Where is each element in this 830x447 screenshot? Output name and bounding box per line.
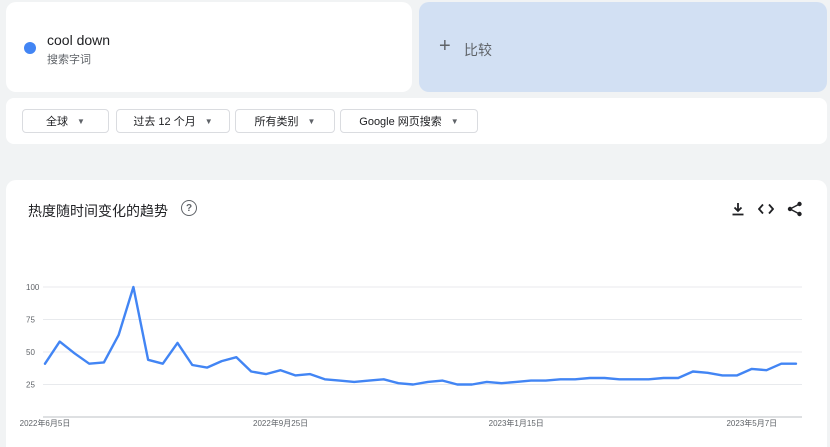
y-tick-label: 75 [26,316,35,325]
x-tick-label: 2023年5月7日 [726,418,777,428]
x-tick-label: 2023年1月15日 [489,418,544,428]
region-filter-label: 全球 [46,116,69,128]
search-term-card[interactable]: cool down 搜索字词 [6,2,412,92]
chevron-down-icon: ▼ [77,116,85,126]
y-tick-label: 100 [26,283,40,292]
region-filter-dropdown[interactable]: 全球 ▼ [22,109,109,133]
x-tick-label: 2022年6月5日 [20,418,71,428]
series-line [43,285,798,386]
search-type-filter-label: Google 网页搜索 [359,116,442,128]
interest-over-time-card: 热度随时间变化的趋势 ? 25 50 75 100 2022年6月5日 2022年9月25… [6,180,827,447]
interest-line-chart: 25 50 75 100 2022年6月5日 2022年9月25日 2023年1月15日 20… [20,283,802,428]
time-range-filter-label: 过去 12 个月 [133,116,196,128]
y-tick-label: 50 [26,348,35,357]
compare-label: 比较 [464,42,492,58]
chevron-down-icon: ▼ [307,116,316,126]
category-filter-label: 所有类别 [254,116,299,128]
plus-icon: + [439,35,451,57]
search-term-name[interactable]: cool down [47,32,110,48]
category-filter-dropdown[interactable]: 所有类别 ▼ [235,109,335,133]
chevron-down-icon: ▼ [450,116,459,126]
series-color-dot [24,42,36,54]
x-tick-label: 2022年9月25日 [253,418,308,428]
compare-card[interactable]: + 比较 [419,2,827,92]
time-range-filter-dropdown[interactable]: 过去 12 个月 ▼ [116,109,230,133]
y-tick-label: 25 [26,381,35,390]
search-type-filter-dropdown[interactable]: Google 网页搜索 ▼ [340,109,478,133]
filter-bar: 全球 ▼ 过去 12 个月 ▼ 所有类别 ▼ Google 网页搜索 ▼ [6,98,827,144]
chevron-down-icon: ▼ [204,116,213,126]
search-term-type: 搜索字词 [47,54,91,66]
